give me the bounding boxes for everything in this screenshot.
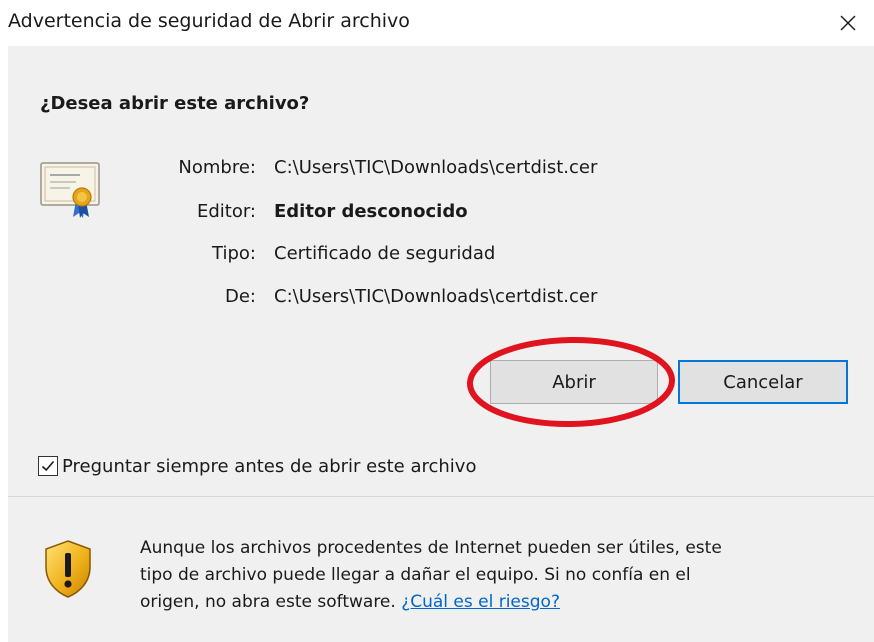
field-row-publisher: Editor: Editor desconocido xyxy=(8,201,874,229)
field-value-from: C:\Users\TIC\Downloads\certdist.cer xyxy=(274,286,598,307)
field-label-type: Tipo: xyxy=(212,243,256,264)
field-value-type: Certificado de seguridad xyxy=(274,243,496,264)
warning-message: Aunque los archivos procedentes de Inter… xyxy=(140,535,840,616)
always-ask-checkbox-row[interactable]: Preguntar siempre antes de abrir este ar… xyxy=(38,451,476,481)
warning-footer: Aunque los archivos procedentes de Inter… xyxy=(8,497,874,642)
field-label-from: De: xyxy=(225,286,256,307)
warning-line-1: Aunque los archivos procedentes de Inter… xyxy=(140,538,722,558)
field-label-publisher: Editor: xyxy=(196,201,256,222)
field-value-name: C:\Users\TIC\Downloads\certdist.cer xyxy=(274,157,598,178)
window-title: Advertencia de seguridad de Abrir archiv… xyxy=(8,10,410,32)
title-bar: Advertencia de seguridad de Abrir archiv… xyxy=(0,0,874,46)
risk-link[interactable]: ¿Cuál es el riesgo? xyxy=(401,592,560,612)
field-label-name: Nombre: xyxy=(178,157,256,178)
dialog-body: ¿Desea abrir este archivo? Nombre: C:\Us… xyxy=(8,46,874,496)
warning-line-3-text: origen, no abra este software. xyxy=(140,592,396,612)
warning-line-2: tipo de archivo puede llegar a dañar el … xyxy=(140,565,691,585)
close-icon xyxy=(840,15,856,31)
cancel-button[interactable]: Cancelar xyxy=(678,360,848,404)
field-row-name: Nombre: C:\Users\TIC\Downloads\certdist.… xyxy=(8,157,874,185)
warning-shield-icon xyxy=(45,540,91,598)
field-value-publisher: Editor desconocido xyxy=(274,201,468,222)
always-ask-label: Preguntar siempre antes de abrir este ar… xyxy=(62,455,477,477)
dialog-question: ¿Desea abrir este archivo? xyxy=(40,93,310,114)
field-row-type: Tipo: Certificado de seguridad xyxy=(8,243,874,271)
checkmark-icon xyxy=(41,460,55,472)
open-button[interactable]: Abrir xyxy=(490,360,658,404)
always-ask-checkbox[interactable] xyxy=(38,456,58,476)
security-warning-dialog: Advertencia de seguridad de Abrir archiv… xyxy=(0,0,874,642)
close-button[interactable] xyxy=(822,0,874,46)
warning-line-3: origen, no abra este software. ¿Cuál es … xyxy=(140,589,840,616)
field-row-from: De: C:\Users\TIC\Downloads\certdist.cer xyxy=(8,286,874,314)
